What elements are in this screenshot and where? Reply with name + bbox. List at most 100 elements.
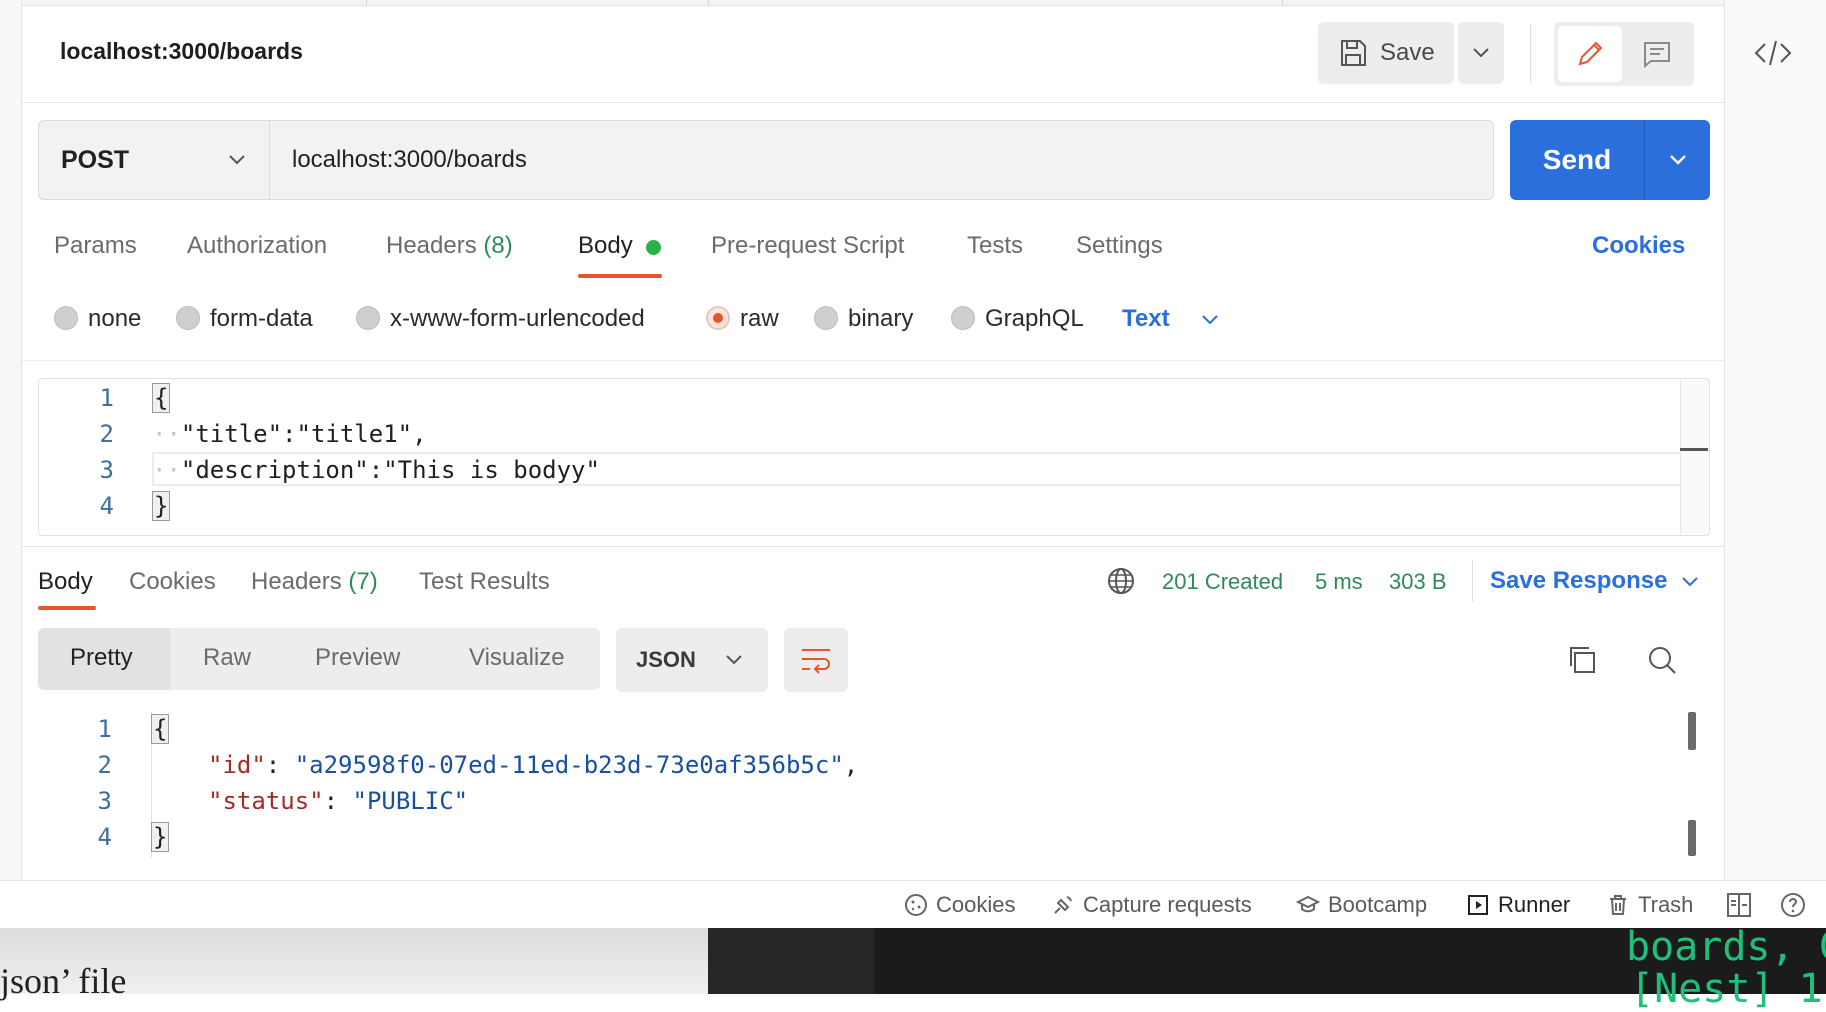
tab-tests[interactable]: Tests <box>967 232 1023 260</box>
view-preview[interactable]: Preview <box>315 644 400 672</box>
response-size[interactable]: 303 B <box>1389 569 1447 595</box>
status-runner[interactable]: Runner <box>1466 892 1570 918</box>
line-number: 3 <box>97 787 112 815</box>
radio-urlencoded-label: x-www-form-urlencoded <box>390 305 645 332</box>
radio-form-data-label: form-data <box>210 305 313 332</box>
line-number: 1 <box>99 384 114 412</box>
chevron-down-icon[interactable] <box>1678 570 1702 594</box>
cookies-link[interactable]: Cookies <box>1592 232 1685 260</box>
send-button-group: Send <box>1510 120 1710 200</box>
save-icon <box>1338 38 1368 68</box>
help-icon[interactable] <box>1780 892 1806 918</box>
radio-binary-label: binary <box>848 305 914 332</box>
matched-brace: } <box>151 822 170 852</box>
view-raw[interactable]: Raw <box>203 644 251 672</box>
tab-divider <box>708 0 709 6</box>
response-headers-count: (7) <box>348 568 378 595</box>
radio-none[interactable] <box>54 306 78 330</box>
status-cookies-label: Cookies <box>936 892 1016 917</box>
method-value: POST <box>61 145 130 174</box>
indent-whitespace: ·· <box>152 420 181 448</box>
editor-scrollbar[interactable] <box>1680 380 1708 534</box>
response-scroll-thumb[interactable] <box>1688 712 1696 750</box>
radio-binary[interactable] <box>814 306 838 330</box>
copy-icon[interactable] <box>1564 642 1600 678</box>
globe-icon[interactable] <box>1106 566 1136 596</box>
status-bootcamp[interactable]: Bootcamp <box>1296 892 1427 918</box>
chevron-down-icon <box>224 148 250 172</box>
url-value: localhost:3000/boards <box>292 146 527 173</box>
cookie-icon <box>904 893 928 917</box>
tab-settings[interactable]: Settings <box>1076 232 1163 260</box>
response-tab-test-results[interactable]: Test Results <box>419 568 550 596</box>
save-options-button[interactable] <box>1458 22 1504 84</box>
response-time[interactable]: 5 ms <box>1315 569 1363 595</box>
send-options-button[interactable] <box>1645 153 1710 167</box>
view-pretty[interactable]: Pretty <box>70 644 133 672</box>
radio-graphql[interactable] <box>951 306 975 330</box>
status-trash-label: Trash <box>1638 892 1694 917</box>
line-number: 2 <box>99 420 114 448</box>
tab-headers[interactable]: Headers (8) <box>386 232 513 260</box>
chevron-down-icon <box>1668 153 1688 167</box>
response-tab-body[interactable]: Body <box>38 568 93 596</box>
tab-divider <box>1282 0 1283 6</box>
left-sidebar-edge <box>0 0 22 880</box>
status-cookies[interactable]: Cookies <box>904 892 1015 918</box>
tab-headers-label: Headers <box>386 232 477 259</box>
line-number: 4 <box>99 492 114 520</box>
indent-whitespace: ·· <box>152 456 181 484</box>
radio-raw[interactable] <box>706 306 730 330</box>
pane-divider[interactable] <box>22 546 1724 547</box>
tab-authorization[interactable]: Authorization <box>187 232 327 260</box>
url-input[interactable]: localhost:3000/boards <box>270 120 1494 200</box>
request-title[interactable]: localhost:3000/boards <box>60 38 303 65</box>
two-pane-layout-icon[interactable] <box>1726 892 1752 918</box>
status-runner-label: Runner <box>1498 892 1571 917</box>
status-trash[interactable]: Trash <box>1606 892 1693 918</box>
chevron-down-icon <box>724 653 744 667</box>
save-response-button[interactable]: Save Response <box>1490 567 1667 595</box>
code-line-1: { <box>152 383 171 413</box>
send-button[interactable]: Send <box>1510 144 1644 176</box>
runner-icon <box>1466 893 1490 917</box>
code-line-2: ··"title":"title1", <box>152 420 427 448</box>
right-context-rail <box>1724 0 1826 880</box>
response-tab-cookies[interactable]: Cookies <box>129 568 216 596</box>
status-capture-label: Capture requests <box>1083 892 1252 917</box>
comments-button[interactable] <box>1624 26 1690 82</box>
chevron-down-icon <box>1471 46 1491 60</box>
background-terminal-sidebar <box>708 928 874 994</box>
view-visualize[interactable]: Visualize <box>469 644 565 672</box>
pencil-icon <box>1574 38 1606 70</box>
code-text: "description":"This is bodyy" <box>180 456 600 484</box>
editor-scroll-thumb[interactable] <box>1680 448 1708 451</box>
response-scroll-thumb[interactable] <box>1688 820 1696 856</box>
line-number: 1 <box>97 715 112 743</box>
radio-urlencoded[interactable] <box>356 306 380 330</box>
response-line-3: "status": "PUBLIC" <box>208 787 469 815</box>
response-format-select[interactable]: JSON <box>616 628 768 692</box>
status-capture-requests[interactable]: Capture requests <box>1051 892 1252 918</box>
active-tab-underline <box>38 606 96 610</box>
response-line-1: { <box>151 714 170 744</box>
response-tab-headers[interactable]: Headers (7) <box>251 568 378 596</box>
json-key: "id" <box>208 751 266 779</box>
tab-pre-request-script[interactable]: Pre-request Script <box>711 232 904 260</box>
edit-mode-button[interactable] <box>1558 26 1622 82</box>
response-status[interactable]: 201 Created <box>1162 569 1283 595</box>
wrap-lines-button[interactable] <box>784 628 848 692</box>
code-snippet-icon[interactable] <box>1752 36 1794 70</box>
active-tab-underline <box>578 274 662 278</box>
radio-raw-label: raw <box>740 305 779 332</box>
tab-params[interactable]: Params <box>54 232 137 260</box>
save-button[interactable]: Save <box>1318 22 1454 84</box>
radio-form-data[interactable] <box>176 306 200 330</box>
radio-none-label: none <box>88 305 142 332</box>
tab-body[interactable]: Body <box>578 232 633 260</box>
search-icon[interactable] <box>1644 642 1680 678</box>
matched-brace: } <box>152 491 171 521</box>
comment-icon <box>1641 39 1673 69</box>
options-divider <box>22 360 1724 361</box>
raw-format-select[interactable]: Text <box>1122 305 1170 333</box>
